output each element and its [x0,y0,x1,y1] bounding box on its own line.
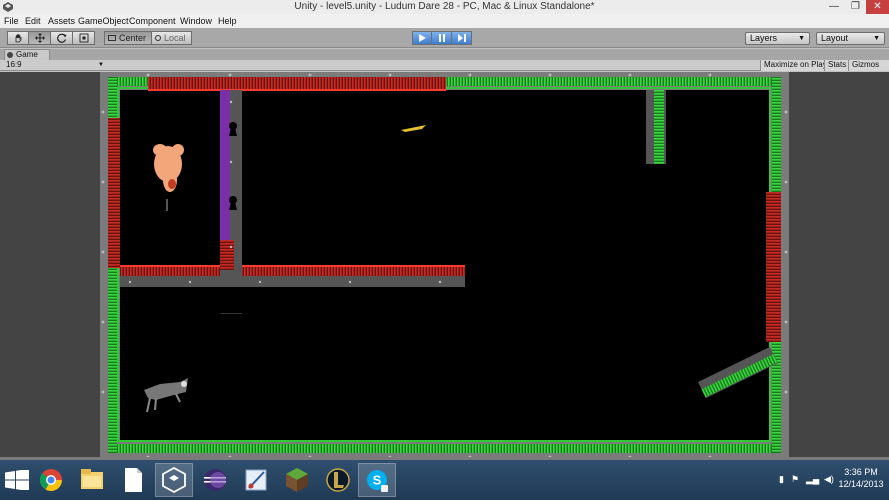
network-icon[interactable]: ▂▄ [806,474,819,485]
taskbar-eclipse[interactable] [196,463,234,497]
window-title-bar: Unity - level5.unity - Ludum Dare 28 - P… [0,0,889,14]
menu-help[interactable]: Help [218,16,237,26]
rotate-tool-icon [56,33,66,43]
layers-dropdown[interactable]: Layers ▼ [745,32,810,45]
scale-tool-button[interactable] [73,31,95,45]
battery-icon[interactable]: ▮ [779,474,784,485]
step-button[interactable] [452,31,472,45]
game-tab-label: Game [16,50,38,59]
windows-start-icon[interactable] [5,470,29,490]
game-canvas[interactable] [100,72,789,460]
local-icon [155,35,162,41]
game-tab-bar: Game [0,49,889,60]
layout-dropdown[interactable]: Layout ▼ [816,32,885,45]
menu-assets[interactable]: Assets [48,16,75,26]
red-wall-right [766,192,781,342]
aspect-ratio-label: 16:9 [6,60,22,69]
pivot-tools: Center Local [104,31,192,45]
document-icon [125,468,142,492]
game-view-toolbar: 16:9 ▼ Maximize on Play Stats Gizmos ▼ [0,60,889,79]
step-icon [457,34,466,42]
flag-icon[interactable]: ⚑ [791,474,799,485]
menu-component[interactable]: Component [129,16,176,26]
pivot-center-label: Center [119,33,147,43]
level-render [101,73,788,459]
league-of-legends-icon [326,468,350,492]
taskbar-paint[interactable] [237,463,275,497]
move-tool-icon [34,33,45,43]
play-button[interactable] [412,31,432,45]
taskbar-skype[interactable]: S [358,463,396,497]
aspect-ratio-dropdown[interactable]: 16:9 ▼ [6,60,106,71]
unity-icon [162,466,186,494]
stats-toggle[interactable]: Stats [824,60,850,71]
maximize-on-play-toggle[interactable]: Maximize on Play [760,60,830,71]
taskbar-unity[interactable] [155,463,193,497]
minecraft-icon [286,468,308,492]
pause-button[interactable] [432,31,452,45]
rotate-tool-button[interactable] [51,31,73,45]
move-tool-button[interactable] [29,31,51,45]
taskbar-file-explorer[interactable] [73,463,111,497]
chevron-down-icon: ▼ [798,35,805,42]
game-view-icon [7,52,13,58]
pivot-center-button[interactable]: Center [104,31,153,45]
menu-gameobject[interactable]: GameObject [78,16,129,26]
menu-edit[interactable]: Edit [25,16,41,26]
play-icon [419,34,426,42]
menu-bar: File Edit Assets GameObject Component Wi… [0,14,889,28]
skype-icon: S [367,470,388,492]
paint-icon [245,469,267,491]
wall-bottom [108,444,781,453]
layout-label: Layout [821,33,849,43]
svg-text:S: S [373,473,382,488]
gizmos-dropdown[interactable]: Gizmos ▼ [848,60,889,79]
gizmos-label: Gizmos [852,60,880,69]
volume-icon[interactable]: ◀) [824,474,834,485]
taskbar-league-of-legends[interactable] [319,463,357,497]
taskbar-clock[interactable]: 3:36 PM 12/14/2013 [838,466,884,490]
taskbar-minecraft[interactable] [278,463,316,497]
hand-tool-icon [15,33,22,43]
chevron-down-icon: ▼ [98,62,104,68]
close-button[interactable]: ✕ [866,0,889,14]
pause-icon [438,34,445,42]
windows-taskbar: S ▮ ⚑ ▂▄ ◀) 3:36 PM 12/14/2013 [0,460,889,500]
pivot-local-button[interactable]: Local [152,31,192,45]
minimize-button[interactable]: — [823,0,845,14]
scale-tool-icon [79,33,88,43]
taskbar-chrome[interactable] [32,463,70,497]
window-title: Unity - level5.unity - Ludum Dare 28 - P… [294,1,595,12]
pivot-icon [108,35,116,41]
file-explorer-icon [81,469,103,489]
pivot-local-label: Local [164,33,186,43]
eclipse-icon [204,469,226,491]
red-wall-left [108,118,120,268]
clock-date: 12/14/2013 [838,479,884,489]
transform-tools [7,31,95,45]
game-view-area [0,72,889,460]
main-toolbar: Center Local Layers ▼ Layout ▼ [0,28,889,48]
chevron-down-icon: ▼ [873,35,880,42]
menu-window[interactable]: Window [180,16,212,26]
maximize-button[interactable]: ❐ [845,0,866,14]
hand-tool-button[interactable] [7,31,29,45]
menu-file[interactable]: File [4,16,19,26]
purple-door [220,90,230,240]
red-wall-top [148,77,446,90]
tab-game[interactable]: Game [4,49,50,60]
playback-controls [412,31,472,45]
taskbar-document[interactable] [114,463,152,497]
clock-time: 3:36 PM [844,467,878,477]
chrome-icon [39,469,62,491]
layers-label: Layers [750,33,778,43]
